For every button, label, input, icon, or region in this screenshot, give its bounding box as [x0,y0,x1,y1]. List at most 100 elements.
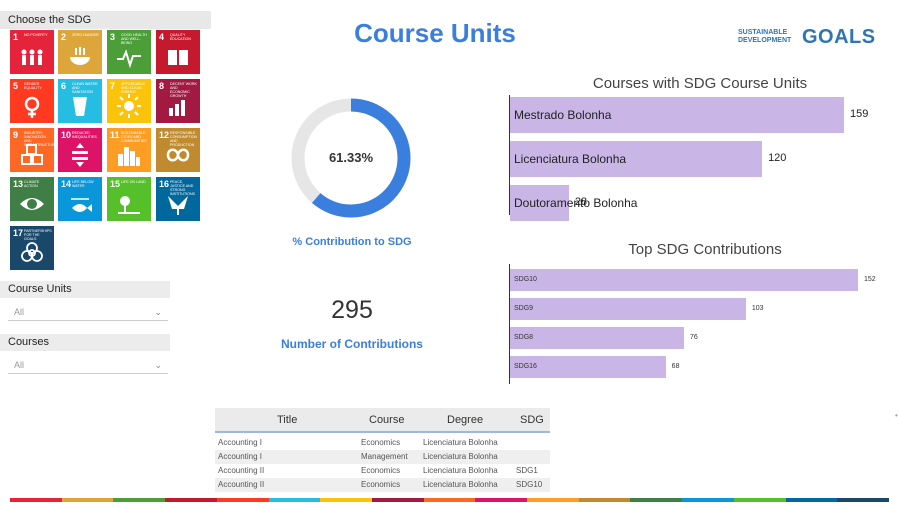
bar-value-label: 68 [671,363,680,370]
table-row[interactable]: Accounting II Economics Licenciatura Bolon… [215,478,550,492]
growth-icon [169,100,185,116]
table-cell-course: Economics [361,466,401,475]
sdg-tile-caption: Reduced inequalities [72,131,97,139]
sdg-tile-11[interactable]: 11 Sustainable cities and communities [107,128,151,172]
sdg-tile-6[interactable]: 6 Clean water and sanitation [58,79,102,123]
chevron-down-icon: ⌄ [154,307,162,317]
stripe-segment [371,498,424,502]
book-icon [168,50,188,65]
stripe-segment [733,498,786,502]
column-header-sdg[interactable]: SDG [520,414,544,426]
sdg-tile-number: 7 [110,81,116,91]
table-cell-course: Economics [361,438,401,447]
stripe-segment [320,498,372,502]
water-icon [73,97,87,116]
stripe-segment [61,498,114,502]
bar-sdg8[interactable] [510,327,684,349]
heartbeat-icon [117,49,141,69]
bar-value-label: 152 [864,276,876,283]
sdg-tile-10[interactable]: 10 Reduced inequalities [58,128,102,172]
column-header-degree[interactable]: Degree [447,414,483,426]
sdg-tile-number: 12 [159,130,170,140]
tree-icon [118,196,140,214]
sdg-tile-16[interactable]: 16 Peace, justice and strong institutions [156,177,200,221]
table-cell-degree: Licenciatura Bolonha [423,452,498,461]
table-cell-sdg: SDG10 [516,480,543,489]
sdg-tile-number: 9 [13,130,19,140]
courses-dropdown-value: All [14,360,25,370]
sdg-tile-15[interactable]: 15 Life on land [107,177,151,221]
column-header-title[interactable]: Title [277,414,297,426]
page-title: Course Units [354,18,516,48]
sdg-tile-7[interactable]: 7 Affordable and clean energy [107,79,151,123]
sdg-tile-caption: Life on land [121,180,146,184]
table-cell-title: Accounting II [218,466,265,475]
courses-chart-title: Courses with SDG Course Units [592,75,808,92]
sdg-tile-8[interactable]: 8 Decent work and economic growth [156,79,200,123]
table-cell-title: Accounting II [218,480,265,489]
bar-value-label: 76 [690,334,698,341]
sdg-tile-number: 1 [13,32,19,42]
sdg-tile-number: 11 [110,130,120,140]
table-row[interactable]: Accounting II Economics Licenciatura Bolon… [215,464,550,478]
stripe-segment [10,498,62,502]
contributions-count: 295 [331,296,373,324]
sdg-tile-13[interactable]: 13 Climate action [10,177,54,221]
sdg-tile-5[interactable]: 5 Gender equality [10,79,54,123]
gender-icon [24,96,40,118]
stripe-segment [578,498,631,502]
stripe-segment [268,498,321,502]
stripe-segment [165,498,217,502]
bar-value-label: 120 [768,152,787,164]
sdg-tile-12[interactable]: 12 Responsible consumption and production [156,128,200,172]
table-cell-title: Accounting I [218,438,263,447]
sun-icon [117,94,141,118]
bar-sdg9[interactable] [510,298,746,320]
table-row[interactable]: Accounting I Economics Licenciatura Bolonh… [215,436,550,450]
bar-category-label: Licenciatura Bolonha [514,152,627,166]
table-header: Title Course Degree SDG [215,408,550,433]
sdg-tile-3[interactable]: 3 Good health and well-being [107,30,151,74]
sdg-tile-9[interactable]: 9 Industry, innovation and infrastructure [10,128,54,172]
sdg-tile-number: 4 [159,32,165,42]
sdg-chart-title: Top SDG Contributions [628,241,782,258]
column-header-course[interactable]: Course [369,414,404,426]
sdg-tile-number: 16 [159,179,170,189]
sdg-tile-number: 10 [61,130,72,140]
fish-icon [71,198,92,212]
course-units-dropdown[interactable]: All ⌄ [8,303,168,321]
infinity-icon [166,148,190,162]
courses-filter-label: Courses [0,334,170,351]
cubes-icon [21,144,43,165]
stripe-segment [682,498,734,502]
sdg-tile-17[interactable]: 17 Partnerships for the goals [10,226,54,270]
people-icon [21,49,43,65]
bar-category-label: SDG16 [514,363,537,370]
sdg-tile-number: 15 [110,179,121,189]
courses-dropdown[interactable]: All ⌄ [8,356,168,374]
bar-sdg10[interactable] [510,269,858,291]
corner-dot: • [895,411,898,420]
sdg-tile-4[interactable]: 4 Quality education [156,30,200,74]
table-cell-title: Accounting I [218,452,263,461]
sdg-tile-1[interactable]: 1 No poverty [10,30,54,74]
stripe-segment [113,498,166,502]
contributions-count-label: Number of Contributions [281,337,423,351]
stripe-segment [630,498,683,502]
logo-big-text: GOALS [802,26,876,48]
bar-value-label: 159 [850,108,869,120]
stripe-segment [837,498,889,502]
donut-value: 61.33% [328,150,374,165]
table-cell-sdg: SDG1 [516,466,538,475]
bar-category-label: SDG8 [514,334,534,341]
sdg-tile-caption: Climate action [24,180,40,188]
bar-category-label: SDG10 [514,276,537,283]
table-cell-course: Management [361,452,408,461]
bar-category-label: Mestrado Bolonha [514,108,612,122]
sdg-tile-2[interactable]: 2 Zero hunger [58,30,102,74]
sdg-tile-number: 17 [13,228,24,238]
table-cell-course: Economics [361,480,401,489]
sdg-tile-14[interactable]: 14 Life below water [58,177,102,221]
sdg-tile-number: 6 [61,81,67,91]
table-row[interactable]: Accounting I Management Licenciatura Bolon… [215,450,550,464]
